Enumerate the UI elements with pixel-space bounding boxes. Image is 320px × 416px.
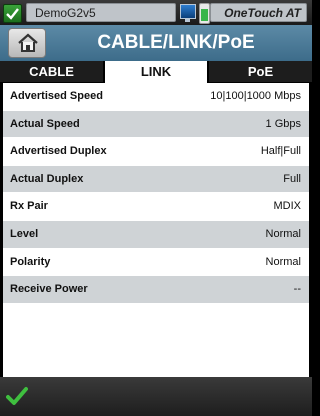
row-label: Receive Power <box>10 283 88 296</box>
row-label: Actual Speed <box>10 117 80 130</box>
tab-poe[interactable]: PoE <box>209 61 312 82</box>
checkmark-icon <box>6 387 28 405</box>
page-title: CABLE/LINK/PoE <box>97 32 255 53</box>
battery-icon <box>199 3 210 24</box>
row-value: Normal <box>265 227 301 240</box>
row-value: 1 Gbps <box>265 117 301 130</box>
row-value: Normal <box>265 255 301 268</box>
row-label: Advertised Duplex <box>10 145 107 158</box>
status-bar: DemoG2v5 OneTouch AT G2 <box>0 0 312 39</box>
row-advertised-speed: Advertised Speed 10|100|1000 Mbps <box>3 83 309 111</box>
tab-bar: CABLE LINK PoE <box>0 61 312 83</box>
title-bar: CABLE/LINK/PoE <box>0 25 312 61</box>
tab-link[interactable]: LINK <box>105 61 207 83</box>
row-label: Level <box>10 227 39 240</box>
row-value: MDIX <box>273 200 302 213</box>
row-rx-pair: Rx Pair MDIX <box>3 193 309 221</box>
row-polarity: Polarity Normal <box>3 249 309 277</box>
row-label: Actual Duplex <box>10 172 84 185</box>
row-value: Half|Full <box>260 145 301 158</box>
footer-bar <box>0 377 312 416</box>
row-value: 10|100|1000 Mbps <box>210 90 301 102</box>
row-actual-speed: Actual Speed 1 Gbps <box>3 110 309 139</box>
link-details-list: Advertised Speed 10|100|1000 Mbps Actual… <box>3 83 309 377</box>
home-button[interactable] <box>8 28 46 58</box>
row-label: Polarity <box>10 255 51 268</box>
product-name: OneTouch AT G2 <box>210 3 307 39</box>
row-label: Advertised Speed <box>10 90 103 102</box>
tab-cable[interactable]: CABLE <box>0 61 103 82</box>
device-name[interactable]: DemoG2v5 <box>26 3 176 22</box>
row-receive-power: Receive Power -- <box>3 276 309 304</box>
row-actual-duplex: Actual Duplex Full <box>3 165 309 194</box>
row-advertised-duplex: Advertised Duplex Half|Full <box>3 138 309 166</box>
status-ok-icon <box>3 4 22 23</box>
row-value: Full <box>283 172 301 185</box>
network-monitor-icon[interactable] <box>180 4 196 22</box>
ok-button[interactable] <box>6 385 28 407</box>
row-label: Rx Pair <box>10 200 48 213</box>
row-level: Level Normal <box>3 220 309 249</box>
row-value: -- <box>293 283 301 296</box>
home-icon <box>18 33 38 52</box>
